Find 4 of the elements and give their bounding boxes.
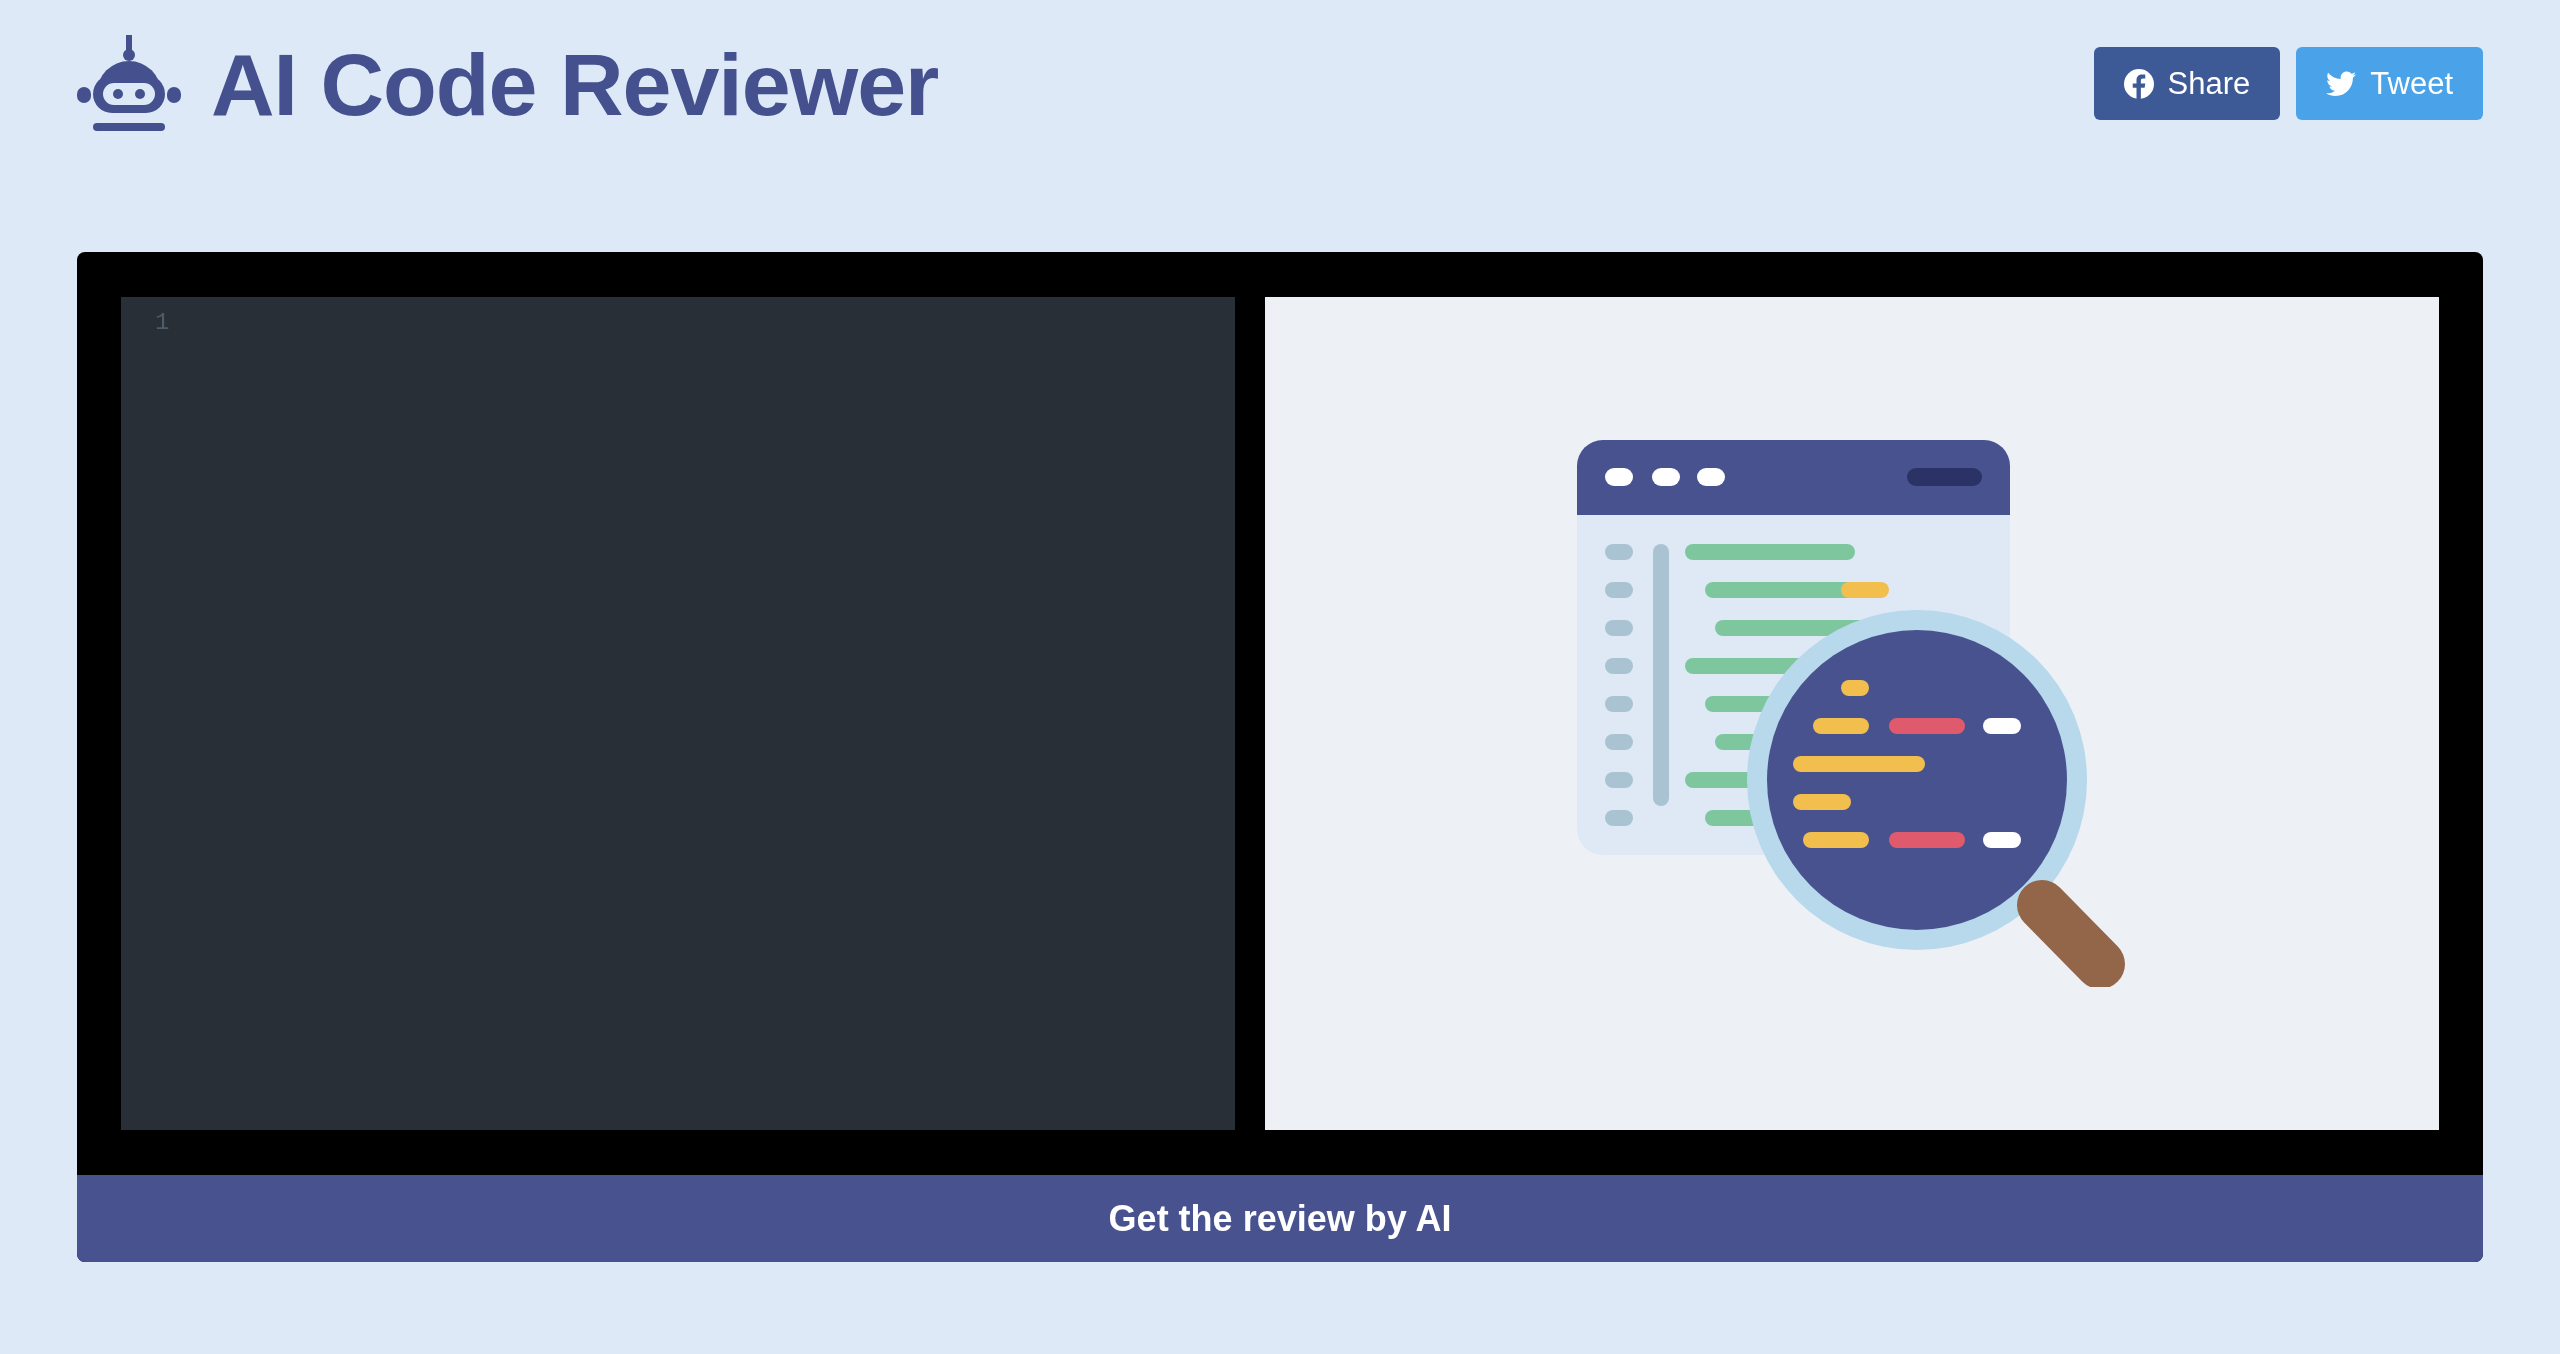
app-title: AI Code Reviewer (211, 34, 939, 136)
share-button[interactable]: Share (2093, 47, 2281, 120)
review-button[interactable]: Get the review by AI (77, 1175, 2483, 1262)
facebook-icon (2123, 68, 2154, 99)
